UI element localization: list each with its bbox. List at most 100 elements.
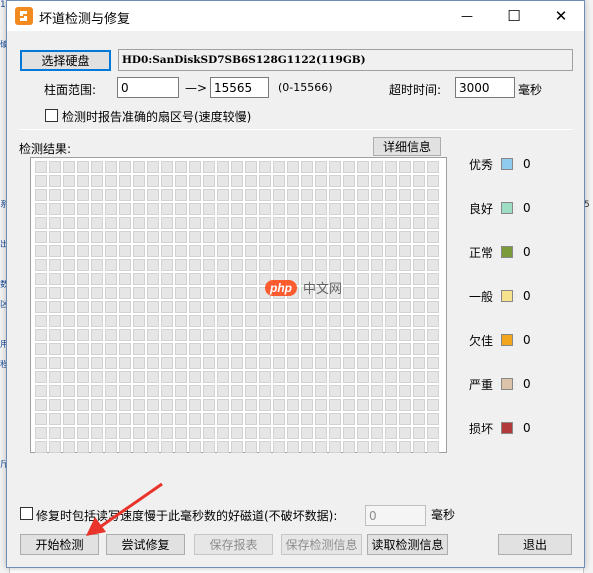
sector-cell bbox=[329, 357, 341, 369]
legend-item: 正常 0 bbox=[469, 245, 531, 260]
exit-button[interactable]: 退出 bbox=[498, 534, 572, 555]
details-button[interactable]: 详细信息 bbox=[373, 137, 441, 156]
sector-cell bbox=[315, 161, 327, 173]
sector-cell bbox=[105, 357, 117, 369]
sector-cell bbox=[133, 343, 145, 355]
sector-cell bbox=[343, 189, 355, 201]
sector-cell bbox=[49, 329, 61, 341]
sector-cell bbox=[259, 315, 271, 327]
sector-cell bbox=[329, 203, 341, 215]
sector-cell bbox=[245, 287, 257, 299]
sector-cell bbox=[413, 343, 425, 355]
sector-cell bbox=[91, 441, 103, 453]
sector-cell bbox=[287, 231, 299, 243]
sector-cell bbox=[273, 231, 285, 243]
cylinder-end-input[interactable]: 15565 bbox=[210, 77, 269, 98]
sector-cell bbox=[315, 189, 327, 201]
sector-cell bbox=[91, 427, 103, 439]
sector-cell bbox=[119, 329, 131, 341]
sector-cell bbox=[259, 245, 271, 257]
background-text-fragment: 5 bbox=[584, 200, 590, 210]
sector-cell bbox=[287, 385, 299, 397]
sector-cell bbox=[427, 175, 439, 187]
sector-cell bbox=[203, 343, 215, 355]
sector-cell bbox=[63, 371, 75, 383]
sector-cell bbox=[343, 413, 355, 425]
sector-cell bbox=[175, 259, 187, 271]
sector-cell bbox=[413, 441, 425, 453]
sector-cell bbox=[399, 203, 411, 215]
sector-cell bbox=[287, 371, 299, 383]
load-scan-info-button[interactable]: 读取检测信息 bbox=[367, 534, 448, 555]
sector-cell bbox=[35, 385, 47, 397]
sector-cell bbox=[189, 231, 201, 243]
sector-cell bbox=[287, 189, 299, 201]
sector-cell bbox=[147, 427, 159, 439]
sector-cell bbox=[245, 189, 257, 201]
sector-cell bbox=[287, 315, 299, 327]
repair-slow-checkbox[interactable] bbox=[20, 507, 33, 520]
sector-cell bbox=[371, 385, 383, 397]
background-text-fragment bbox=[584, 0, 593, 20]
sector-cell bbox=[231, 231, 243, 243]
sector-cell bbox=[259, 189, 271, 201]
sector-cell bbox=[189, 315, 201, 327]
sector-cell bbox=[399, 441, 411, 453]
sector-cell bbox=[357, 189, 369, 201]
background-text-fragment bbox=[584, 160, 593, 180]
sector-cell bbox=[245, 259, 257, 271]
report-sector-checkbox[interactable] bbox=[45, 109, 58, 122]
sector-cell bbox=[189, 189, 201, 201]
close-button[interactable]: ✕ bbox=[538, 1, 584, 31]
sector-cell bbox=[133, 413, 145, 425]
sector-cell bbox=[385, 315, 397, 327]
sector-cell bbox=[427, 385, 439, 397]
sector-cell bbox=[77, 427, 89, 439]
sector-cell bbox=[371, 427, 383, 439]
background-text-fragment bbox=[584, 400, 593, 420]
sector-cell bbox=[357, 427, 369, 439]
sector-cell bbox=[385, 231, 397, 243]
maximize-button[interactable]: ☐ bbox=[491, 1, 537, 31]
sector-cell bbox=[147, 441, 159, 453]
save-scan-info-button[interactable]: 保存检测信息 bbox=[281, 534, 362, 555]
sector-cell bbox=[161, 217, 173, 229]
background-text-fragment bbox=[584, 380, 593, 400]
sector-cell bbox=[119, 357, 131, 369]
sector-cell bbox=[217, 161, 229, 173]
sector-cell bbox=[133, 175, 145, 187]
save-report-button[interactable]: 保存报表 bbox=[194, 534, 273, 555]
sector-cell bbox=[343, 315, 355, 327]
sector-cell bbox=[105, 301, 117, 313]
range-arrow: —> bbox=[185, 81, 208, 95]
sector-cell bbox=[273, 301, 285, 313]
cylinder-start-input[interactable]: 0 bbox=[117, 77, 179, 98]
sector-cell bbox=[385, 217, 397, 229]
sector-cell bbox=[147, 315, 159, 327]
sector-cell bbox=[371, 273, 383, 285]
sector-cell bbox=[259, 441, 271, 453]
sector-cell bbox=[133, 217, 145, 229]
sector-cell bbox=[427, 273, 439, 285]
sector-cell bbox=[245, 245, 257, 257]
sector-cell bbox=[119, 287, 131, 299]
sector-cell bbox=[245, 399, 257, 411]
sector-cell bbox=[203, 357, 215, 369]
select-disk-button[interactable]: 选择硬盘 bbox=[20, 50, 111, 71]
sector-cell bbox=[245, 161, 257, 173]
sector-cell bbox=[133, 315, 145, 327]
sector-cell bbox=[315, 245, 327, 257]
sector-cell bbox=[119, 413, 131, 425]
sector-cell bbox=[175, 357, 187, 369]
legend-count: 0 bbox=[523, 377, 531, 391]
sector-cell bbox=[273, 399, 285, 411]
minimize-button[interactable]: — bbox=[444, 1, 490, 31]
sector-cell bbox=[49, 413, 61, 425]
repair-slow-ms-input[interactable]: 0 bbox=[365, 505, 426, 526]
sector-cell bbox=[301, 357, 313, 369]
sector-cell bbox=[35, 273, 47, 285]
sector-cell bbox=[105, 413, 117, 425]
sector-cell bbox=[427, 441, 439, 453]
sector-cell bbox=[245, 357, 257, 369]
timeout-input[interactable]: 3000 bbox=[455, 77, 515, 98]
